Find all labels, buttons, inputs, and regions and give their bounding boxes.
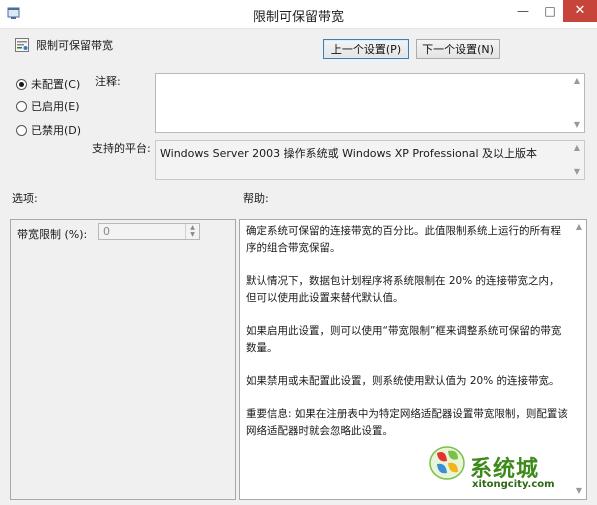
bandwidth-limit-value: 0 bbox=[103, 225, 110, 238]
help-section-label: 帮助: bbox=[243, 192, 269, 205]
bandwidth-limit-stepper[interactable]: 0 ▲ ▼ bbox=[98, 223, 200, 240]
radio-not-configured[interactable]: 未配置(C) bbox=[16, 76, 80, 92]
help-paragraph: 重要信息: 如果在注册表中为特定网络适配器设置带宽限制，则配置该网络适配器时就会… bbox=[246, 408, 568, 437]
close-button[interactable]: ✕ bbox=[563, 0, 597, 22]
minimize-button[interactable]: — bbox=[509, 0, 537, 22]
scroll-down-arrow-icon[interactable]: ▼ bbox=[572, 486, 586, 495]
help-paragraph: 确定系统可保留的连接带宽的百分比。此值限制系统上运行的所有程序的组合带宽保留。 bbox=[246, 225, 561, 254]
comment-textarea[interactable]: ▲ ▼ bbox=[155, 73, 585, 133]
options-panel bbox=[10, 219, 236, 500]
help-paragraph: 如果启用此设置，则可以使用“带宽限制”框来调整系统可保留的带宽数量。 bbox=[246, 325, 562, 354]
comment-label: 注释: bbox=[95, 75, 121, 88]
stepper-up-icon[interactable]: ▲ bbox=[186, 224, 199, 231]
radio-label: 已启用(E) bbox=[31, 100, 80, 113]
radio-enabled[interactable]: 已启用(E) bbox=[16, 98, 80, 114]
scroll-up-arrow-icon[interactable]: ▲ bbox=[570, 76, 584, 85]
radio-label: 已禁用(D) bbox=[31, 124, 82, 137]
radio-button[interactable] bbox=[16, 78, 27, 90]
radio-button[interactable] bbox=[16, 100, 27, 112]
watermark-logo-icon bbox=[429, 446, 465, 480]
options-section-label: 选项: bbox=[12, 192, 38, 205]
stepper-down-icon[interactable]: ▼ bbox=[186, 231, 199, 238]
scroll-down-arrow-icon[interactable]: ▼ bbox=[570, 120, 584, 129]
radio-disabled[interactable]: 已禁用(D) bbox=[16, 122, 81, 138]
bandwidth-limit-label: 带宽限制 (%): bbox=[17, 228, 88, 241]
help-scrollbar[interactable]: ▲ ▼ bbox=[572, 220, 586, 499]
help-paragraph: 默认情况下，数据包计划程序将系统限制在 20% 的连接带宽之内，但可以使用此设置… bbox=[246, 275, 560, 304]
policy-name: 限制可保留带宽 bbox=[36, 39, 113, 52]
window-title: 限制可保留带宽 bbox=[252, 10, 344, 25]
help-text: 确定系统可保留的连接带宽的百分比。此值限制系统上运行的所有程序的组合带宽保留。 … bbox=[246, 223, 568, 456]
next-setting-button[interactable]: 下一个设置(N) bbox=[416, 39, 500, 59]
platform-field: Windows Server 2003 操作系统或 Windows XP Pro… bbox=[155, 140, 585, 180]
scroll-up-arrow-icon[interactable]: ▲ bbox=[570, 143, 584, 152]
comment-scrollbar[interactable]: ▲ ▼ bbox=[570, 74, 584, 132]
radio-button[interactable] bbox=[16, 124, 27, 136]
watermark-url: xitongcity.com bbox=[472, 479, 555, 490]
help-paragraph: 如果禁用或未配置此设置，则系统使用默认值为 20% 的连接带宽。 bbox=[246, 375, 560, 387]
scroll-down-arrow-icon[interactable]: ▼ bbox=[570, 167, 584, 176]
platform-label: 支持的平台: bbox=[92, 142, 151, 155]
radio-label: 未配置(C) bbox=[31, 78, 81, 91]
policy-setting-icon bbox=[15, 38, 29, 52]
platform-value: Windows Server 2003 操作系统或 Windows XP Pro… bbox=[160, 147, 538, 160]
previous-setting-button[interactable]: 上一个设置(P) bbox=[323, 39, 409, 59]
scroll-up-arrow-icon[interactable]: ▲ bbox=[572, 222, 586, 231]
platform-scrollbar[interactable]: ▲ ▼ bbox=[570, 141, 584, 179]
maximize-button[interactable]: □ bbox=[537, 0, 563, 22]
stepper-buttons[interactable]: ▲ ▼ bbox=[185, 224, 199, 239]
